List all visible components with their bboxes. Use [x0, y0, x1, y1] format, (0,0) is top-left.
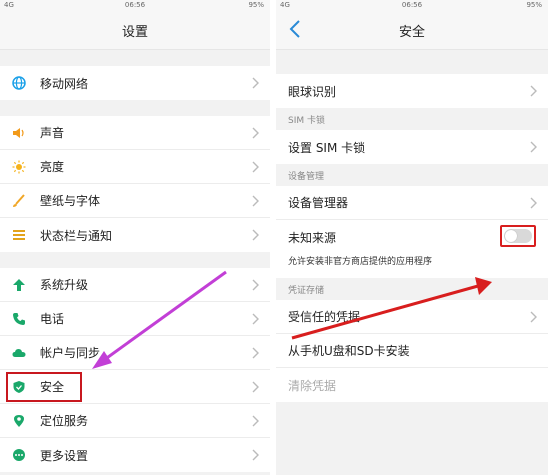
security-item-label: 受信任的凭据	[288, 310, 361, 324]
settings-item-accounts-sync[interactable]: 帐户与同步	[0, 336, 270, 370]
security-item-device-manager[interactable]: 设备管理器	[276, 186, 548, 220]
chevron-right-icon	[252, 449, 259, 461]
settings-item-label: 更多设置	[40, 448, 89, 463]
globe-icon	[12, 76, 26, 90]
chevron-right-icon	[252, 127, 259, 139]
settings-screen: 4G 06:56 95% 设置 移动网络 声音 亮度 壁纸与字体 状态栏与通知 …	[0, 0, 270, 475]
settings-group-system: 系统升级 电话 帐户与同步 安全 定位服务 更多设置	[0, 268, 270, 472]
chevron-right-icon	[530, 141, 537, 153]
settings-item-label: 亮度	[40, 160, 65, 174]
settings-item-sound[interactable]: 声音	[0, 116, 270, 150]
settings-group-network: 移动网络	[0, 66, 270, 100]
highlight-box	[6, 372, 82, 402]
section-header-credential-storage: 凭证存储	[276, 278, 548, 300]
status-bar: 4G 06:56 95%	[0, 0, 270, 10]
title-bar: 设置	[0, 10, 270, 50]
chevron-right-icon	[252, 347, 259, 359]
settings-item-label: 电话	[40, 312, 65, 326]
security-group-biometric: 眼球识别	[276, 74, 548, 108]
settings-item-more[interactable]: 更多设置	[0, 438, 270, 472]
security-group-device: 设备管理器 未知来源 允许安装非官方商店提供的应用程序	[276, 186, 548, 278]
settings-item-security[interactable]: 安全	[0, 370, 270, 404]
settings-item-location[interactable]: 定位服务	[0, 404, 270, 438]
security-item-unknown-sources[interactable]: 未知来源	[276, 220, 548, 254]
settings-group-display: 声音 亮度 壁纸与字体 状态栏与通知	[0, 116, 270, 252]
security-item-label: 设备管理器	[288, 196, 349, 210]
security-screen: 4G 06:56 95% 安全 眼球识别 SIM 卡锁 设置 SIM 卡锁 设备…	[276, 0, 548, 475]
security-item-trusted-credentials[interactable]: 受信任的凭据	[276, 300, 548, 334]
status-bar: 4G 06:56 95%	[276, 0, 548, 10]
security-group-sim: 设置 SIM 卡锁	[276, 130, 548, 164]
security-item-label: 眼球识别	[288, 84, 337, 99]
settings-item-statusbar-notifications[interactable]: 状态栏与通知	[0, 218, 270, 252]
settings-item-brightness[interactable]: 亮度	[0, 150, 270, 184]
chevron-right-icon	[530, 311, 537, 323]
toggle-track	[504, 229, 532, 243]
chevron-right-icon	[252, 313, 259, 325]
brush-icon	[12, 193, 26, 208]
sun-icon	[12, 160, 26, 174]
chevron-right-icon	[252, 229, 259, 241]
security-item-clear-credentials: 清除凭据	[276, 368, 548, 402]
settings-item-mobile-network[interactable]: 移动网络	[0, 66, 270, 100]
page-title: 安全	[398, 25, 425, 40]
security-item-label: 清除凭据	[288, 378, 337, 393]
page-title: 设置	[121, 25, 148, 40]
phone-icon	[12, 312, 26, 326]
chevron-right-icon	[252, 195, 259, 207]
settings-item-label: 声音	[40, 126, 65, 140]
chevron-right-icon	[252, 415, 259, 427]
settings-item-label: 状态栏与通知	[40, 228, 113, 243]
security-item-eye-recognition[interactable]: 眼球识别	[276, 74, 548, 108]
settings-item-wallpaper-font[interactable]: 壁纸与字体	[0, 184, 270, 218]
cloud-icon	[12, 346, 26, 360]
battery-indicator: 95%	[248, 1, 264, 9]
list-icon	[12, 228, 26, 242]
unknown-sources-hint: 允许安装非官方商店提供的应用程序	[276, 254, 548, 278]
section-header-device-management: 设备管理	[276, 164, 548, 186]
settings-item-label: 系统升级	[40, 278, 89, 292]
chevron-right-icon	[252, 381, 259, 393]
chevron-right-icon	[530, 85, 537, 97]
settings-item-label: 帐户与同步	[40, 346, 101, 360]
security-item-label: 未知来源	[288, 230, 337, 245]
security-item-label: 设置 SIM 卡锁	[288, 140, 366, 155]
settings-item-phone[interactable]: 电话	[0, 302, 270, 336]
speaker-icon	[12, 126, 26, 140]
battery-indicator: 95%	[526, 1, 542, 9]
security-item-sim-lock[interactable]: 设置 SIM 卡锁	[276, 130, 548, 164]
toggle-knob	[505, 230, 517, 242]
settings-item-label: 定位服务	[40, 414, 89, 428]
more-icon	[12, 448, 26, 462]
unknown-sources-toggle[interactable]	[500, 225, 536, 247]
settings-item-system-upgrade[interactable]: 系统升级	[0, 268, 270, 302]
settings-item-label: 移动网络	[40, 76, 89, 91]
security-item-label: 从手机U盘和SD卡安装	[288, 344, 410, 358]
chevron-right-icon	[252, 161, 259, 173]
chevron-right-icon	[252, 279, 259, 291]
title-bar: 安全	[276, 10, 548, 50]
security-item-install-from-storage[interactable]: 从手机U盘和SD卡安装	[276, 334, 548, 368]
clock: 06:56	[124, 1, 146, 9]
settings-item-label: 壁纸与字体	[40, 194, 101, 208]
location-pin-icon	[12, 414, 26, 428]
security-group-credentials: 受信任的凭据 从手机U盘和SD卡安装 清除凭据	[276, 300, 548, 402]
clock: 06:56	[401, 1, 423, 9]
upgrade-arrow-icon	[12, 278, 26, 292]
section-header-sim-lock: SIM 卡锁	[276, 108, 548, 130]
chevron-right-icon	[252, 77, 259, 89]
chevron-right-icon	[530, 197, 537, 209]
